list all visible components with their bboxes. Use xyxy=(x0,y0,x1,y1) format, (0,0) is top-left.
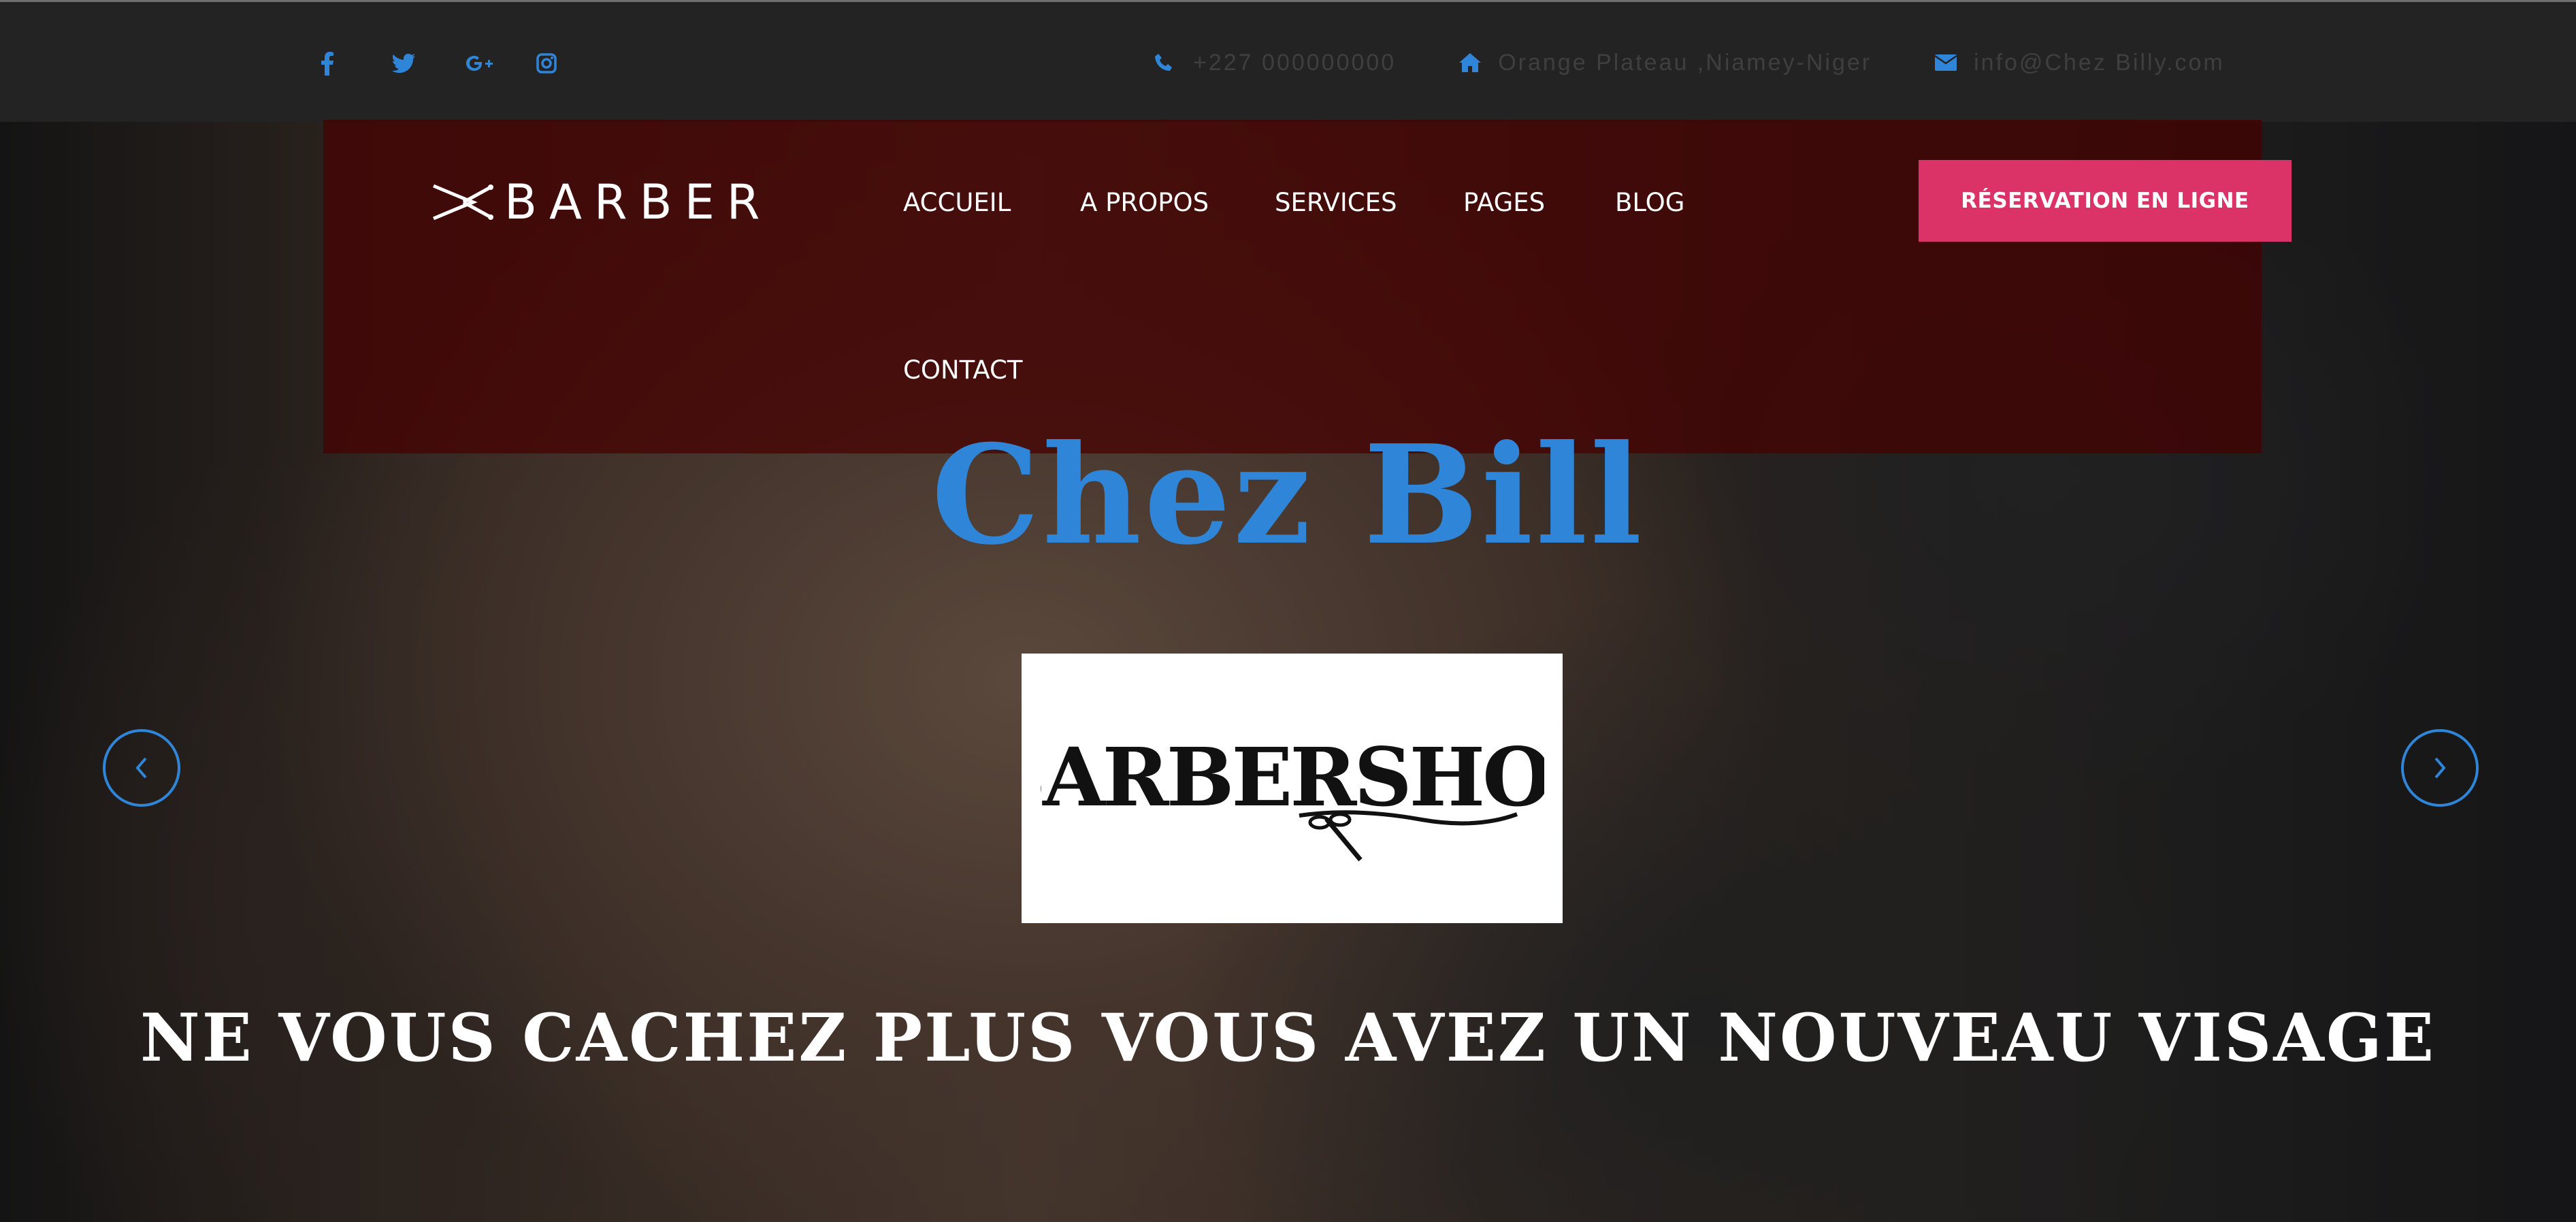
twitter-icon xyxy=(392,54,415,73)
top-bar: +227 000000000 Orange Plateau ,Niamey-Ni… xyxy=(0,0,2576,122)
facebook-icon xyxy=(321,52,333,76)
contact-address: Orange Plateau ,Niamey-Niger xyxy=(1458,46,1872,80)
chevron-right-icon xyxy=(2434,757,2446,779)
slider-next-button[interactable] xyxy=(2401,729,2479,807)
google-plus-icon xyxy=(466,56,493,71)
contact-info: +227 000000000 Orange Plateau ,Niamey-Ni… xyxy=(1154,46,2287,80)
slider-prev-button[interactable] xyxy=(103,729,180,807)
chevron-left-icon xyxy=(135,757,147,779)
barbershop-logo-text: BARBERSHOP xyxy=(1041,730,1544,824)
phone-icon xyxy=(1154,46,1193,80)
nav-item-contact[interactable]: CONTACT xyxy=(903,355,1022,385)
envelope-icon xyxy=(1934,46,1974,80)
email-link[interactable]: info@Chez Billy.com xyxy=(1974,50,2225,76)
contact-email: info@Chez Billy.com xyxy=(1934,46,2225,80)
barbershop-logo-graphic: BARBERSHOP xyxy=(1041,730,1544,862)
hero-tagline: NE VOUS CACHEZ PLUS VOUS AVEZ UN NOUVEAU… xyxy=(140,999,2436,1076)
contact-phone: +227 000000000 xyxy=(1154,46,1396,80)
social-links xyxy=(320,44,608,82)
facebook-link[interactable] xyxy=(320,44,392,82)
barbershop-logo-image: BARBERSHOP xyxy=(1022,654,1563,923)
twitter-link[interactable] xyxy=(392,44,464,82)
nav-item-services[interactable]: SERVICES xyxy=(1275,188,1397,217)
nav-item-accueil[interactable]: ACCUEIL xyxy=(903,188,1011,217)
instagram-link[interactable] xyxy=(536,44,608,82)
hero-title: Chez Bill xyxy=(931,415,1645,575)
logo-text: BARBER xyxy=(504,174,772,230)
site-logo[interactable]: BARBER xyxy=(432,174,772,230)
home-icon xyxy=(1458,46,1498,80)
scissors-icon xyxy=(433,184,493,221)
google-plus-link[interactable] xyxy=(464,44,536,82)
nav-item-blog[interactable]: BLOG xyxy=(1615,188,1684,217)
address-text: Orange Plateau ,Niamey-Niger xyxy=(1498,49,1872,76)
phone-number[interactable]: +227 000000000 xyxy=(1193,50,1396,76)
nav-item-pages[interactable]: PAGES xyxy=(1463,188,1545,217)
instagram-icon xyxy=(536,53,557,74)
nav-item-a-propos[interactable]: A PROPOS xyxy=(1080,188,1209,217)
online-booking-button[interactable]: RÉSERVATION EN LIGNE xyxy=(1919,160,2292,242)
